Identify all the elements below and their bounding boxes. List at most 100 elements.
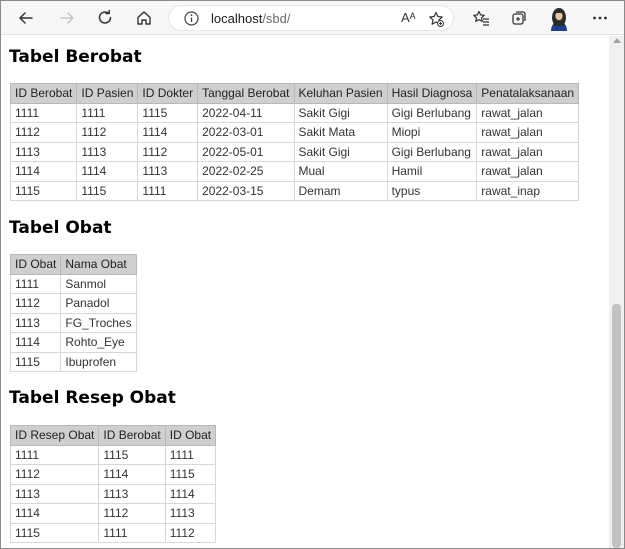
table-cell: 1111 (164, 444, 217, 465)
table-cell: rawat_jalan (476, 102, 580, 123)
url-text[interactable]: localhost/sbd/ (211, 10, 291, 27)
table-row: 1111 1115 1111 (9, 444, 217, 465)
table-cell: 1111 (76, 102, 139, 123)
table-row: 1115 1111 1112 (9, 522, 217, 543)
table-row: 1114 1114 1113 2022-02-25 Mual Hamil rawat_jal… (9, 161, 580, 182)
home-button[interactable] (131, 5, 157, 31)
table-cell: 1115 (9, 180, 78, 201)
table-cell: 1112 (9, 464, 100, 485)
column-header: ID Berobat (9, 83, 78, 104)
column-header: Keluhan Pasien (293, 83, 388, 104)
table-cell: 1112 (9, 122, 78, 143)
table-row: 1114 Rohto_Eye (9, 332, 137, 353)
read-aloud-button[interactable]: Aᴬ (401, 10, 416, 25)
browser-toolbar: localhost/sbd/ Aᴬ (1, 1, 624, 35)
back-button[interactable] (13, 5, 39, 31)
resep-obat-table: ID Resep Obat ID Berobat ID Obat 1111 1115 11… (9, 425, 217, 543)
browser-window: localhost/sbd/ Aᴬ Tabel Berobat ID Berob… (0, 0, 625, 549)
table-cell: 1112 (76, 122, 139, 143)
table-cell: 1112 (98, 503, 166, 524)
column-header: ID Pasien (76, 83, 139, 104)
column-header: Hasil Diagnosa (386, 83, 478, 104)
column-header: ID Berobat (98, 425, 166, 446)
table-cell: 1113 (9, 483, 100, 504)
table-row: 1115 Ibuprofen (9, 351, 137, 372)
more-options-icon (593, 16, 607, 20)
table-cell: 2022-04-11 (197, 102, 295, 123)
url-host: localhost (211, 11, 263, 26)
column-header: Nama Obat (60, 254, 137, 275)
table-cell: rawat_jalan (476, 122, 580, 143)
table-cell: Sakit Gigi (293, 102, 388, 123)
url-path: /sbd/ (262, 11, 291, 26)
page-viewport: Tabel Berobat ID Berobat ID Pasien ID Dokt… (1, 36, 609, 548)
table-row: 1113 1113 1114 (9, 483, 217, 504)
table-cell: 2022-05-01 (197, 141, 295, 162)
scroll-up-icon[interactable] (613, 38, 621, 43)
table-cell: 1114 (137, 122, 199, 143)
settings-more-button[interactable] (587, 5, 613, 31)
table-cell: 1112 (137, 141, 199, 162)
scrollbar-thumb[interactable] (612, 304, 621, 548)
table-cell: Hamil (386, 161, 478, 182)
table-cell: rawat_jalan (476, 141, 580, 162)
table-header-row: ID Berobat ID Pasien ID Dokter Tanggal Bero… (9, 83, 580, 104)
table-cell: 1115 (9, 351, 62, 372)
table-cell: 1115 (76, 180, 139, 201)
table-cell: 1115 (9, 522, 100, 543)
column-header: ID Dokter (137, 83, 199, 104)
table-cell: Sakit Mata (293, 122, 388, 143)
address-bar[interactable]: localhost/sbd/ Aᴬ (168, 5, 454, 31)
berobat-table: ID Berobat ID Pasien ID Dokter Tanggal Bero… (9, 83, 580, 201)
table-cell: 1111 (137, 180, 199, 201)
table-cell: rawat_jalan (476, 161, 580, 182)
table-row: 1111 1111 1115 2022-04-11 Sakit Gigi Gigi Ber… (9, 102, 580, 123)
profile-avatar[interactable] (547, 5, 571, 31)
table-cell: 1115 (164, 464, 217, 485)
table-row: 1111 Sanmol (9, 273, 137, 294)
forward-button[interactable] (54, 5, 80, 31)
obat-table: ID Obat Nama Obat 1111 Sanmol 1112 Panadol 111… (9, 254, 137, 372)
table-cell: 1113 (98, 483, 166, 504)
table-row: 1112 Panadol (9, 293, 137, 314)
column-header: Tanggal Berobat (197, 83, 295, 104)
info-icon[interactable] (183, 10, 200, 27)
refresh-button[interactable] (92, 5, 118, 31)
table-cell: 1112 (164, 522, 217, 543)
table-title-obat: Tabel Obat (9, 218, 112, 238)
table-header-row: ID Obat Nama Obat (9, 254, 137, 275)
table-cell: 1113 (9, 141, 78, 162)
table-cell: 1113 (137, 161, 199, 182)
table-row: 1115 1115 1111 2022-03-15 Demam typus rawat_in… (9, 180, 580, 201)
table-cell: 1114 (9, 332, 62, 353)
arrow-right-icon (60, 12, 74, 24)
table-cell: Sakit Gigi (293, 141, 388, 162)
table-cell: 1114 (9, 503, 100, 524)
table-cell: Rohto_Eye (60, 332, 137, 353)
table-cell: rawat_inap (476, 180, 580, 201)
table-cell: 1114 (9, 161, 78, 182)
table-cell: 1111 (9, 102, 78, 123)
collections-icon (512, 11, 526, 25)
table-cell: Panadol (60, 293, 137, 314)
table-row: 1112 1114 1115 (9, 464, 217, 485)
table-cell: 1115 (137, 102, 199, 123)
table-cell: 1114 (98, 464, 166, 485)
table-row: 1113 1113 1112 2022-05-01 Sakit Gigi Gigi Ber… (9, 141, 580, 162)
table-cell: Sanmol (60, 273, 137, 294)
table-cell: 1112 (9, 293, 62, 314)
table-cell: 2022-03-15 (197, 180, 295, 201)
table-cell: 1115 (98, 444, 166, 465)
table-cell: Miopi (386, 122, 478, 143)
vertical-scrollbar[interactable] (609, 36, 624, 548)
refresh-icon (98, 9, 112, 24)
favorites-button[interactable] (468, 5, 494, 31)
table-cell: Mual (293, 161, 388, 182)
table-title-resep-obat: Tabel Resep Obat (9, 388, 176, 408)
collections-button[interactable] (506, 5, 532, 31)
table-cell: Demam (293, 180, 388, 201)
home-icon (137, 11, 151, 25)
add-favorite-icon[interactable] (427, 10, 445, 28)
table-cell: 2022-03-01 (197, 122, 295, 143)
table-cell: 1113 (76, 141, 139, 162)
